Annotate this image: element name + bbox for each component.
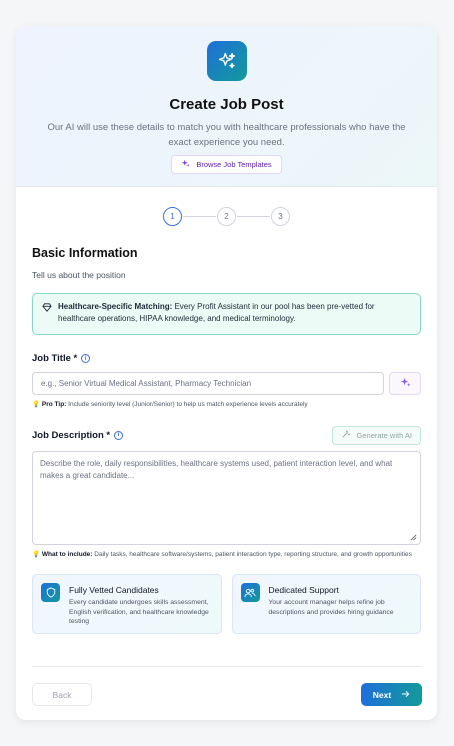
step-indicator: 1 2 3 xyxy=(16,207,437,226)
tip-bold: What to include: xyxy=(41,550,93,558)
healthcare-matching-notice: Healthcare-Specific Matching: Every Prof… xyxy=(32,293,421,335)
arrow-right-icon xyxy=(401,690,410,700)
generate-with-ai-label: Generate with AI xyxy=(356,430,412,440)
magic-wand-icon xyxy=(341,429,351,441)
step-connector xyxy=(183,216,216,217)
create-job-card: Create Job Post Our AI will use these de… xyxy=(16,26,437,720)
page-subtitle: Our AI will use these details to match y… xyxy=(47,122,406,148)
sparkles-icon xyxy=(400,375,411,393)
job-description-label-text: Job Description * xyxy=(32,429,111,441)
feature-text: Every candidate undergoes skills assessm… xyxy=(69,599,209,626)
section-title: Basic Information xyxy=(32,246,138,260)
job-description-label: Job Description * i xyxy=(32,429,124,441)
page-title: Create Job Post xyxy=(169,96,284,113)
section-subtitle: Tell us about the position xyxy=(32,270,126,280)
ai-suggest-title-button[interactable] xyxy=(389,372,421,395)
feature-cards: Fully Vetted Candidates Every candidate … xyxy=(32,574,421,634)
info-icon[interactable]: i xyxy=(114,430,124,440)
next-button[interactable]: Next xyxy=(361,683,422,706)
notice-bold: Healthcare-Specific Matching: xyxy=(58,302,173,311)
users-icon xyxy=(240,583,260,602)
tip-text: Daily tasks, healthcare software/systems… xyxy=(92,550,412,558)
feature-title: Dedicated Support xyxy=(268,585,339,595)
generate-with-ai-button[interactable]: Generate with AI xyxy=(331,425,421,445)
step-3[interactable]: 3 xyxy=(271,207,290,226)
job-title-label: Job Title * i xyxy=(32,353,421,364)
job-title-tip: 💡 Pro Tip: Include seniority level (Juni… xyxy=(32,400,421,410)
job-description-tip: 💡 What to include: Daily tasks, healthca… xyxy=(32,550,421,560)
sparkles-icon xyxy=(181,159,190,170)
browse-templates-button[interactable]: Browse Job Templates xyxy=(171,155,282,174)
step-connector xyxy=(237,216,270,217)
job-description-textarea[interactable]: Describe the role, daily responsibilitie… xyxy=(32,450,421,545)
sparkles-icon xyxy=(206,41,247,81)
job-title-input[interactable]: e.g., Senior Virtual Medical Assistant, … xyxy=(32,372,384,395)
feature-card-support: Dedicated Support Your account manager h… xyxy=(231,574,421,634)
back-button[interactable]: Back xyxy=(32,683,92,706)
tip-text: Include seniority level (Junior/Senior) … xyxy=(66,401,308,408)
lightbulb-icon: 💡 xyxy=(32,401,41,408)
step-2[interactable]: 2 xyxy=(217,207,236,226)
footer-divider xyxy=(32,666,421,667)
header-section: Create Job Post Our AI will use these de… xyxy=(16,26,437,187)
form-content: Basic Information Tell us about the posi… xyxy=(32,246,421,634)
browse-templates-label: Browse Job Templates xyxy=(196,160,272,169)
step-1[interactable]: 1 xyxy=(163,207,182,226)
tip-bold: Pro Tip: xyxy=(41,401,67,408)
shield-icon xyxy=(41,583,60,602)
feature-text: Your account manager helps refine job de… xyxy=(268,599,394,616)
diamond-icon xyxy=(42,303,52,334)
resize-handle-icon[interactable] xyxy=(410,534,417,541)
lightbulb-icon: 💡 xyxy=(32,550,41,558)
feature-card-vetted: Fully Vetted Candidates Every candidate … xyxy=(32,574,222,634)
feature-title: Fully Vetted Candidates xyxy=(69,585,159,595)
next-label: Next xyxy=(372,689,392,700)
job-description-placeholder: Describe the role, daily responsibilitie… xyxy=(40,458,393,480)
info-icon[interactable]: i xyxy=(81,354,91,363)
job-title-label-text: Job Title * xyxy=(32,353,78,364)
